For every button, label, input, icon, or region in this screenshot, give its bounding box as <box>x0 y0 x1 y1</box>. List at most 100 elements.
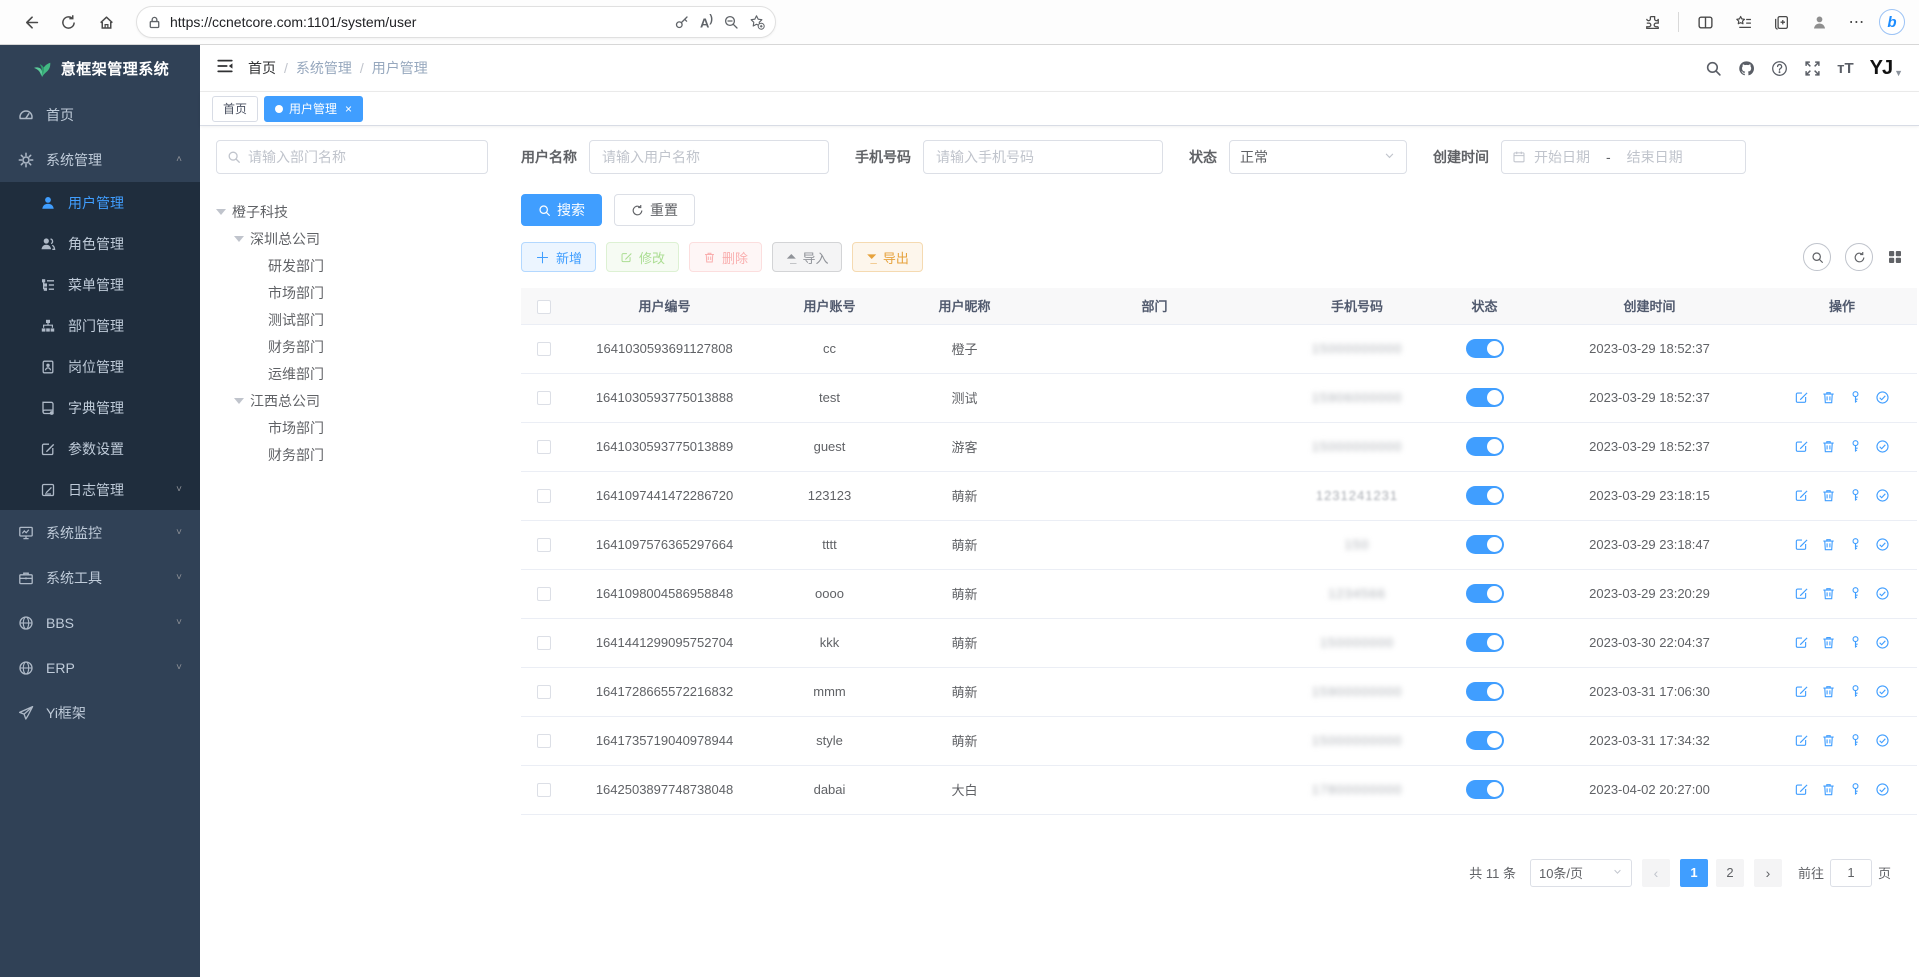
sidebar-item-系统监控[interactable]: 系统监控˅ <box>0 510 200 555</box>
sidebar-item-菜单管理[interactable]: 菜单管理 <box>0 264 200 305</box>
import-button[interactable]: ⏶̲ 导入 <box>772 242 842 272</box>
tree-node-橙子科技[interactable]: 橙子科技 <box>216 198 501 225</box>
fullscreen-icon[interactable] <box>1804 60 1821 77</box>
phone-input[interactable] <box>923 140 1163 174</box>
row-assign-role-icon[interactable] <box>1875 635 1890 650</box>
edit-button[interactable]: 修改 <box>606 242 679 272</box>
row-checkbox[interactable] <box>537 783 551 797</box>
sidebar-item-岗位管理[interactable]: 岗位管理 <box>0 346 200 387</box>
row-reset-password-icon[interactable] <box>1848 635 1863 650</box>
date-range-picker[interactable]: 开始日期 - 结束日期 <box>1501 140 1746 174</box>
export-button[interactable]: ⏷̲ 导出 <box>852 242 922 272</box>
row-delete-icon[interactable] <box>1821 586 1836 601</box>
sidebar-item-Yi框架[interactable]: Yi框架 <box>0 690 200 735</box>
tree-node-运维部门[interactable]: 运维部门 <box>216 360 501 387</box>
row-delete-icon[interactable] <box>1821 635 1836 650</box>
tree-node-财务部门[interactable]: 财务部门 <box>216 441 501 468</box>
sidebar-item-参数设置[interactable]: 参数设置 <box>0 428 200 469</box>
sidebar-item-用户管理[interactable]: 用户管理 <box>0 182 200 223</box>
row-edit-icon[interactable] <box>1794 390 1809 405</box>
row-assign-role-icon[interactable] <box>1875 390 1890 405</box>
tab-用户管理[interactable]: 用户管理× <box>264 96 363 122</box>
tree-node-市场部门[interactable]: 市场部门 <box>216 414 501 441</box>
status-toggle[interactable] <box>1466 780 1504 799</box>
row-edit-icon[interactable] <box>1794 488 1809 503</box>
row-assign-role-icon[interactable] <box>1875 733 1890 748</box>
row-delete-icon[interactable] <box>1821 733 1836 748</box>
sidebar-item-BBS[interactable]: BBS˅ <box>0 600 200 645</box>
help-icon[interactable] <box>1771 60 1788 77</box>
row-assign-role-icon[interactable] <box>1875 488 1890 503</box>
row-checkbox[interactable] <box>537 391 551 405</box>
split-screen-icon[interactable] <box>1689 6 1721 38</box>
row-reset-password-icon[interactable] <box>1848 586 1863 601</box>
favorites-icon[interactable] <box>1727 6 1759 38</box>
page-button-2[interactable]: 2 <box>1716 859 1744 887</box>
row-edit-icon[interactable] <box>1794 586 1809 601</box>
row-assign-role-icon[interactable] <box>1875 684 1890 699</box>
sidebar-item-系统工具[interactable]: 系统工具˅ <box>0 555 200 600</box>
add-button[interactable]: ＋ 新增 <box>521 242 596 272</box>
browser-back-button[interactable] <box>14 6 46 38</box>
refresh-table-button[interactable] <box>1845 243 1873 271</box>
row-reset-password-icon[interactable] <box>1848 782 1863 797</box>
row-reset-password-icon[interactable] <box>1848 684 1863 699</box>
row-checkbox[interactable] <box>537 342 551 356</box>
prev-page-button[interactable]: ‹ <box>1642 859 1670 887</box>
status-select[interactable]: 正常 <box>1229 140 1407 174</box>
show-search-toggle-button[interactable] <box>1803 243 1831 271</box>
sidebar-item-角色管理[interactable]: 角色管理 <box>0 223 200 264</box>
delete-button[interactable]: 删除 <box>689 242 762 272</box>
url-text[interactable]: https://ccnetcore.com:1101/system/user <box>170 14 666 30</box>
github-icon[interactable] <box>1738 60 1755 77</box>
sidebar-item-日志管理[interactable]: 日志管理˅ <box>0 469 200 510</box>
status-toggle[interactable] <box>1466 633 1504 652</box>
row-assign-role-icon[interactable] <box>1875 782 1890 797</box>
breadcrumb-item[interactable]: 用户管理 <box>372 58 428 78</box>
row-edit-icon[interactable] <box>1794 635 1809 650</box>
collections-icon[interactable] <box>1765 6 1797 38</box>
header-search-icon[interactable] <box>1705 60 1722 77</box>
row-checkbox[interactable] <box>537 440 551 454</box>
search-button[interactable]: 搜索 <box>521 194 602 226</box>
font-size-icon[interactable]: ᴛT <box>1837 60 1854 77</box>
status-toggle[interactable] <box>1466 682 1504 701</box>
row-edit-icon[interactable] <box>1794 439 1809 454</box>
password-key-icon[interactable] <box>674 14 690 30</box>
row-reset-password-icon[interactable] <box>1848 390 1863 405</box>
status-toggle[interactable] <box>1466 584 1504 603</box>
row-delete-icon[interactable] <box>1821 488 1836 503</box>
row-checkbox[interactable] <box>537 587 551 601</box>
bing-chat-icon[interactable]: b <box>1879 9 1905 35</box>
row-reset-password-icon[interactable] <box>1848 439 1863 454</box>
user-name-input[interactable] <box>589 140 829 174</box>
row-checkbox[interactable] <box>537 489 551 503</box>
page-size-select[interactable]: 10条/页 <box>1530 859 1632 887</box>
select-all-checkbox[interactable] <box>537 300 551 314</box>
tree-node-研发部门[interactable]: 研发部门 <box>216 252 501 279</box>
status-toggle[interactable] <box>1466 486 1504 505</box>
tree-node-江西总公司[interactable]: 江西总公司 <box>216 387 501 414</box>
add-favorite-icon[interactable] <box>749 14 765 30</box>
row-reset-password-icon[interactable] <box>1848 733 1863 748</box>
page-button-1[interactable]: 1 <box>1680 859 1708 887</box>
sidebar-item-系统管理[interactable]: 系统管理˄ <box>0 137 200 182</box>
next-page-button[interactable]: › <box>1754 859 1782 887</box>
row-checkbox[interactable] <box>537 538 551 552</box>
tree-node-测试部门[interactable]: 测试部门 <box>216 306 501 333</box>
collapse-sidebar-icon[interactable] <box>216 57 234 80</box>
browser-profile-avatar[interactable] <box>1803 6 1835 38</box>
row-assign-role-icon[interactable] <box>1875 586 1890 601</box>
row-checkbox[interactable] <box>537 636 551 650</box>
close-icon[interactable]: × <box>345 102 352 116</box>
row-delete-icon[interactable] <box>1821 684 1836 699</box>
tab-首页[interactable]: 首页 <box>212 96 258 122</box>
department-search-input[interactable] <box>248 149 477 165</box>
row-reset-password-icon[interactable] <box>1848 537 1863 552</box>
status-toggle[interactable] <box>1466 388 1504 407</box>
row-assign-role-icon[interactable] <box>1875 537 1890 552</box>
row-checkbox[interactable] <box>537 685 551 699</box>
department-search-box[interactable] <box>216 140 488 174</box>
breadcrumb-item[interactable]: 系统管理 <box>296 58 352 78</box>
goto-page-input[interactable] <box>1830 859 1872 887</box>
